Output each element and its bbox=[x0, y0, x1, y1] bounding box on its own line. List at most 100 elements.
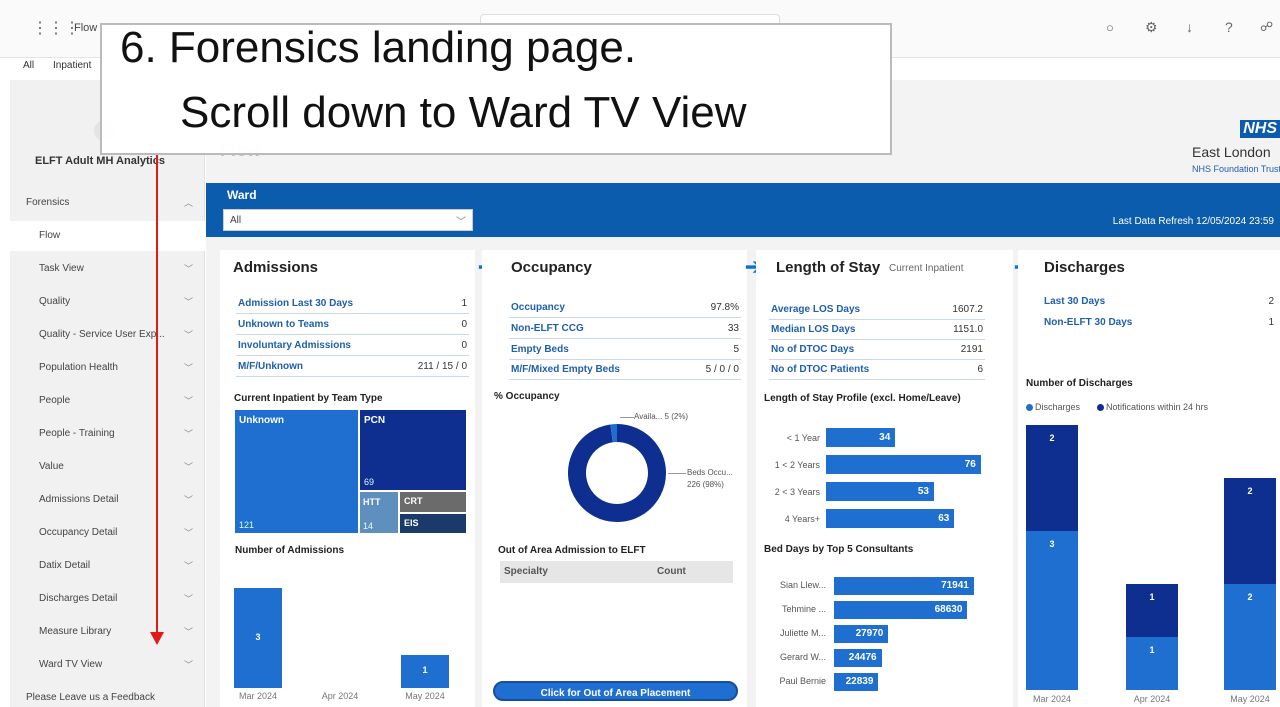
treemap-cell-pcn[interactable]: PCN 69 bbox=[360, 410, 466, 490]
discharge-bar[interactable]: 1 bbox=[1126, 637, 1178, 690]
ward-dropdown[interactable]: All ﹀ bbox=[223, 209, 473, 231]
data-label: 71941 bbox=[941, 580, 969, 591]
sidebar-item-admissions-detail[interactable]: Admissions Detail ﹀ bbox=[10, 485, 205, 515]
sidebar-item-task-view[interactable]: Task View ﹀ bbox=[10, 254, 205, 284]
tab-all[interactable]: All bbox=[23, 60, 34, 71]
sidebar-item-ward-tv-view[interactable]: Ward TV View ﹀ bbox=[10, 650, 205, 680]
app-launcher-icon[interactable]: ⋮⋮⋮ bbox=[32, 18, 80, 38]
tick-label: 2 < 3 Years bbox=[774, 487, 820, 497]
data-label: 1 bbox=[422, 665, 428, 676]
sidebar-item-people[interactable]: People ﹀ bbox=[10, 386, 205, 416]
share-icon[interactable]: ☍ bbox=[1260, 19, 1273, 35]
discharge-bar[interactable]: 2 bbox=[1224, 478, 1276, 584]
consultants-title: Bed Days by Top 5 Consultants bbox=[764, 544, 914, 555]
discharge-bar[interactable]: 3 bbox=[1026, 531, 1078, 690]
treemap-cell-htt[interactable]: HTT 14 bbox=[360, 492, 398, 533]
chevron-down-icon: ﹀ bbox=[183, 429, 193, 439]
kpi-value: 5 / 0 / 0 bbox=[705, 364, 739, 375]
sidebar-item-label: Occupancy Detail bbox=[39, 527, 118, 538]
sidebar-item-label: Value bbox=[39, 461, 64, 472]
sidebar-item-quality-service-user[interactable]: Quality - Service User Exp... ﹀ bbox=[10, 320, 205, 350]
discharges-title: Discharges bbox=[1044, 259, 1125, 276]
sidebar-item-measure-library[interactable]: Measure Library ﹀ bbox=[10, 617, 205, 647]
discharge-bar[interactable]: 2 bbox=[1224, 584, 1276, 690]
discharges-stacked-chart[interactable]: 3 2 Mar 2024 1 1 Apr 2024 2 2 May 2024 bbox=[1018, 420, 1280, 707]
help-icon[interactable]: ? bbox=[1225, 19, 1233, 35]
chevron-down-icon: ﹀ bbox=[183, 297, 193, 307]
discharges-card: Discharges Last 30 Days 2 Non-ELFT 30 Day… bbox=[1018, 250, 1280, 707]
treemap-cell-eis[interactable]: EIS bbox=[400, 514, 466, 533]
bell-icon[interactable]: ○ bbox=[1106, 20, 1114, 35]
donut-slice[interactable] bbox=[568, 424, 666, 522]
treemap[interactable]: Unknown 121 PCN 69 HTT 14 CRT EIS bbox=[235, 410, 466, 533]
tick-label: Tehmine ... bbox=[781, 604, 826, 614]
data-label: 3 bbox=[255, 632, 261, 642]
treemap-cell-label: HTT bbox=[363, 497, 381, 507]
data-label: 24476 bbox=[848, 652, 877, 663]
admission-bar[interactable]: 3 bbox=[234, 588, 282, 688]
annotation-arrow-line bbox=[156, 152, 158, 636]
admission-bar[interactable]: 1 bbox=[401, 654, 449, 688]
section-label: Forensics bbox=[26, 197, 70, 208]
occupancy-title: Occupancy bbox=[511, 259, 592, 276]
data-label: 22839 bbox=[845, 676, 874, 687]
sidebar-item-people-training[interactable]: People - Training ﹀ bbox=[10, 419, 205, 449]
sidebar-item-label: Population Health bbox=[39, 362, 118, 373]
kpi-row: M/F/Mixed Empty Beds 5 / 0 / 0 bbox=[509, 360, 741, 380]
sidebar-item-value[interactable]: Value ﹀ bbox=[10, 452, 205, 482]
sidebar-section-forensics[interactable]: Forensics ︿ bbox=[10, 188, 205, 218]
sidebar-item-label: Discharges Detail bbox=[39, 593, 118, 604]
treemap-cell-value: 69 bbox=[364, 477, 375, 487]
out-of-area-button[interactable]: Click for Out of Area Placement bbox=[493, 681, 738, 701]
sidebar-item-discharges-detail[interactable]: Discharges Detail ﹀ bbox=[10, 584, 205, 614]
treemap-cell-unknown[interactable]: Unknown 121 bbox=[235, 410, 358, 533]
chevron-down-icon: ﹀ bbox=[183, 660, 193, 670]
occupancy-donut-chart[interactable] bbox=[562, 418, 672, 528]
kpi-label: Involuntary Admissions bbox=[238, 340, 351, 351]
discharge-bar[interactable]: 2 bbox=[1026, 425, 1078, 531]
los-bar[interactable]: 63 bbox=[826, 509, 955, 528]
sidebar-item-flow[interactable]: Flow bbox=[10, 221, 205, 251]
trust-name: NHS Foundation Trust bbox=[1192, 164, 1280, 174]
sidebar-item-datix-detail[interactable]: Datix Detail ﹀ bbox=[10, 551, 205, 581]
consultant-bar[interactable]: 68630 bbox=[834, 601, 968, 619]
kpi-label: Median LOS Days bbox=[771, 324, 856, 335]
admissions-chart-title: Number of Admissions bbox=[235, 545, 345, 556]
kpi-label: Non-ELFT 30 Days bbox=[1044, 317, 1133, 328]
gear-icon[interactable]: ⚙ bbox=[1145, 19, 1158, 36]
tab-inpatient[interactable]: Inpatient bbox=[53, 60, 91, 71]
org-name: East London bbox=[1192, 144, 1271, 160]
sidebar-item-occupancy-detail[interactable]: Occupancy Detail ﹀ bbox=[10, 518, 205, 548]
los-bar[interactable]: 53 bbox=[826, 482, 934, 501]
column-header[interactable]: Specialty bbox=[504, 566, 548, 577]
los-bar[interactable]: 34 bbox=[826, 428, 896, 447]
kpi-row: Median LOS Days 1151.0 bbox=[769, 320, 985, 340]
consultants-chart[interactable]: Sian Llew... 71941 Tehmine ... 68630 Juliett… bbox=[756, 570, 1013, 700]
consultant-bar[interactable]: 71941 bbox=[834, 577, 974, 595]
admissions-bar-chart[interactable]: 3 Mar 2024 Apr 2024 1 May 2024 bbox=[220, 560, 475, 707]
button-label: Click for Out of Area Placement bbox=[540, 688, 691, 699]
tick-label: 4 Years+ bbox=[784, 514, 820, 524]
donut-label-beds-value: 226 (98%) bbox=[687, 480, 724, 489]
discharge-bar[interactable]: 1 bbox=[1126, 584, 1178, 637]
data-label: 53 bbox=[917, 486, 929, 497]
kpi-label: Empty Beds bbox=[511, 344, 569, 355]
los-bar[interactable]: 76 bbox=[826, 455, 981, 474]
kpi-row: M/F/Unknown 211 / 15 / 0 bbox=[236, 357, 469, 377]
sidebar-feedback-link[interactable]: Please Leave us a Feedback bbox=[10, 683, 205, 707]
treemap-cell-crt[interactable]: CRT bbox=[400, 492, 466, 512]
chevron-down-icon: ﹀ bbox=[183, 627, 193, 637]
sidebar-item-label: Quality bbox=[39, 296, 71, 307]
sidebar-item-quality[interactable]: Quality ﹀ bbox=[10, 287, 205, 317]
column-header[interactable]: Count bbox=[657, 566, 686, 577]
consultant-bar[interactable]: 22839 bbox=[834, 673, 879, 691]
app-name[interactable]: Flow bbox=[74, 22, 97, 34]
kpi-row: Admission Last 30 Days 1 bbox=[236, 294, 469, 314]
consultant-bar[interactable]: 24476 bbox=[834, 649, 882, 667]
kpi-row: Non-ELFT CCG 33 bbox=[509, 319, 741, 339]
los-profile-chart[interactable]: < 1 Year 34 1 < 2 Years 76 2 < 3 Years 53 4 Ye… bbox=[756, 420, 1013, 530]
download-icon[interactable]: ↓ bbox=[1186, 19, 1193, 35]
consultant-bar[interactable]: 27970 bbox=[834, 625, 889, 643]
los-title: Length of Stay bbox=[776, 259, 881, 276]
sidebar-item-population-health[interactable]: Population Health ﹀ bbox=[10, 353, 205, 383]
